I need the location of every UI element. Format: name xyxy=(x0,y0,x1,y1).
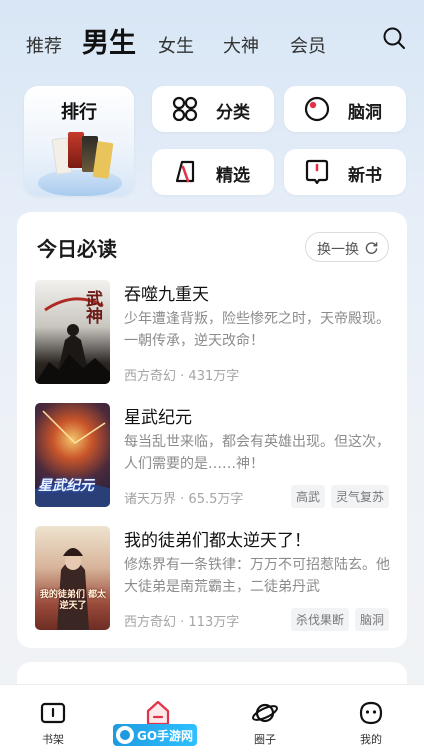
book-item[interactable]: 星武纪元 星武纪元 每当乱世来临，都会有英雄出现。但这次，人们需要的是……神！ … xyxy=(35,403,390,508)
cover-title-text: 星武纪元 xyxy=(38,478,94,494)
cover-title-text: 我的徒弟们 都太逆天了 xyxy=(39,590,107,611)
new-book-icon xyxy=(305,159,329,185)
nav-label: 书架 xyxy=(42,733,64,746)
book-item[interactable]: 我的徒弟们 都太逆天了 我的徒弟们都太逆天了！ 修炼界有一条铁律：万万不可招惹陆… xyxy=(35,526,390,631)
watermark-logo-icon xyxy=(116,726,134,744)
book-word-count: 65.5万字 xyxy=(188,492,244,507)
must-read-panel: 今日必读 换一换 武神 吞噬九重天 少年遭逢背叛，险些惨死之时，天帝殿现。一朝传… xyxy=(17,212,407,648)
watermark-badge: GO手游网 xyxy=(113,724,197,746)
planet-icon xyxy=(252,703,278,723)
nav-label: 圈子 xyxy=(254,733,276,746)
featured-label: 精选 xyxy=(216,166,250,186)
book-title: 我的徒弟们都太逆天了！ xyxy=(124,531,311,551)
tab-male[interactable]: 男生 xyxy=(82,21,136,60)
section-title: 今日必读 xyxy=(37,237,117,261)
book-genre: 西方奇幻 xyxy=(124,615,177,630)
book-meta: 西方奇幻 · 113万字 xyxy=(124,611,239,630)
cover-art xyxy=(57,548,89,630)
book-word-count: 431万字 xyxy=(188,369,240,384)
tab-member[interactable]: 会员 xyxy=(290,32,326,58)
book-meta: 西方奇幻 · 431万字 xyxy=(124,365,239,384)
brain-hole-icon xyxy=(304,96,330,122)
featured-button[interactable]: 精选 xyxy=(152,149,274,195)
book-genre: 诸天万界 xyxy=(124,492,177,507)
new-book-label: 新书 xyxy=(348,166,382,186)
book-description: 少年遭逢背叛，险些惨死之时，天帝殿现。一朝传承，逆天改命！ xyxy=(124,311,390,349)
book-tags: 杀伐果断 脑洞 xyxy=(290,608,389,631)
nav-circle[interactable]: 圈子 xyxy=(235,699,295,747)
search-icon[interactable] xyxy=(382,26,406,50)
bottom-nav: 书架 圈子 我的 xyxy=(0,684,424,754)
book-tag[interactable]: 杀伐果断 xyxy=(290,608,349,631)
book-tags: 高武 灵气复苏 xyxy=(290,485,389,508)
refresh-icon xyxy=(365,242,378,254)
new-book-button[interactable]: 新书 xyxy=(284,149,406,195)
book-item[interactable]: 武神 吞噬九重天 少年遭逢背叛，险些惨死之时，天帝殿现。一朝传承，逆天改命！ 西… xyxy=(35,280,390,384)
ranking-card[interactable]: 排行 xyxy=(24,86,134,196)
tab-master[interactable]: 大神 xyxy=(223,32,259,58)
ranking-label: 排行 xyxy=(61,102,97,123)
category-grid-icon xyxy=(172,96,198,122)
book-title: 吞噬九重天 xyxy=(124,285,209,305)
bookstore-icon xyxy=(146,700,170,726)
brain-hole-button[interactable]: 脑洞 xyxy=(284,86,406,132)
book-word-count: 113万字 xyxy=(188,615,240,630)
book-tag[interactable]: 灵气复苏 xyxy=(330,485,389,508)
book-cover: 武神 xyxy=(35,280,110,384)
top-tab-bar: 推荐 男生 女生 大神 会员 xyxy=(26,18,410,62)
ranking-podium xyxy=(38,170,122,196)
book-tag[interactable]: 高武 xyxy=(290,485,325,508)
brain-hole-label: 脑洞 xyxy=(348,103,382,123)
book-cover: 星武纪元 xyxy=(35,403,110,507)
book-genre: 西方奇幻 xyxy=(124,369,177,384)
tab-recommend[interactable]: 推荐 xyxy=(26,32,62,58)
watermark-text: GO手游网 xyxy=(137,729,194,743)
tab-female[interactable]: 女生 xyxy=(158,32,194,58)
nav-profile[interactable]: 我的 xyxy=(341,699,401,747)
book-tag[interactable]: 脑洞 xyxy=(354,608,389,631)
refresh-button[interactable]: 换一换 xyxy=(305,232,389,262)
bookshelf-icon xyxy=(40,702,66,724)
book-cover: 我的徒弟们 都太逆天了 xyxy=(35,526,110,630)
book-title: 星武纪元 xyxy=(124,408,192,428)
category-label: 分类 xyxy=(216,103,250,123)
nav-bookshelf[interactable]: 书架 xyxy=(23,699,83,747)
book-meta: 诸天万界 · 65.5万字 xyxy=(124,488,243,507)
featured-icon xyxy=(175,160,195,183)
cover-title-text: 武神 xyxy=(82,290,102,324)
nav-label: 我的 xyxy=(360,733,382,746)
category-button[interactable]: 分类 xyxy=(152,86,274,132)
book-description: 修炼界有一条铁律：万万不可招惹陆玄。他大徒弟是南荒霸主，二徒弟丹武 xyxy=(124,557,390,595)
profile-icon xyxy=(359,701,383,725)
refresh-label: 换一换 xyxy=(317,242,359,258)
book-description: 每当乱世来临，都会有英雄出现。但这次，人们需要的是……神！ xyxy=(124,434,390,472)
